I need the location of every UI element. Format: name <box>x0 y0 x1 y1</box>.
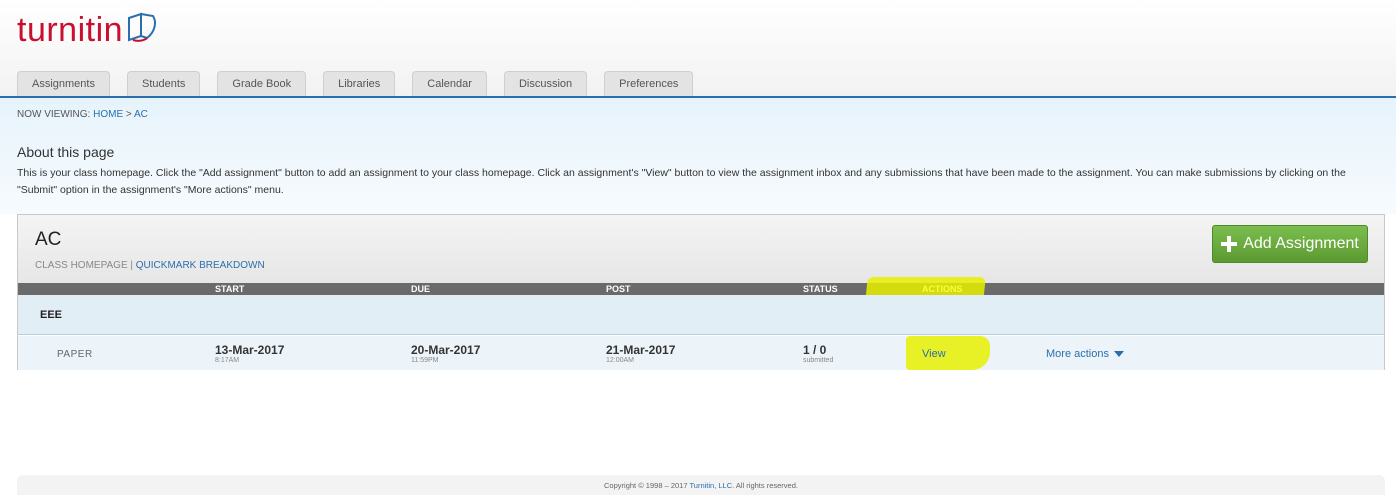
main-tabs: Assignments Students Grade Book Librarie… <box>17 71 710 96</box>
due-date: 20-Mar-2017 <box>411 343 481 357</box>
tab-discussion[interactable]: Discussion <box>503 71 588 96</box>
tab-libraries[interactable]: Libraries <box>323 71 396 96</box>
column-start: START <box>215 284 245 294</box>
quickmark-breakdown-link[interactable]: QUICKMARK BREAKDOWN <box>136 260 265 271</box>
caret-down-icon <box>1113 351 1124 357</box>
turnitin-logo[interactable]: turnitin <box>17 10 159 50</box>
copyright-text: Copyright © 1998 – 2017 Turnitin, LLC. A… <box>604 481 798 490</box>
add-assignment-button[interactable]: Add Assignment <box>1212 225 1368 263</box>
class-panel: AC CLASS HOMEPAGE | QUICKMARK BREAKDOWN … <box>17 214 1385 370</box>
about-title: About this page <box>17 144 115 160</box>
start-date-cell: 13-Mar-2017 8:17AM <box>215 344 284 365</box>
post-date-cell: 21-Mar-2017 12:00AM <box>606 344 675 365</box>
view-button[interactable]: View <box>922 348 946 360</box>
class-homepage-label: CLASS HOMEPAGE <box>35 260 128 271</box>
column-status: STATUS <box>803 284 838 294</box>
tab-grade-book[interactable]: Grade Book <box>217 71 307 96</box>
assignment-title: PAPER <box>57 349 93 360</box>
breadcrumb-separator: > <box>123 109 134 120</box>
group-name: EEE <box>40 309 63 321</box>
class-links-separator: | <box>127 260 136 271</box>
copyright-prefix: Copyright © 1998 – 2017 <box>604 481 690 490</box>
more-actions-menu[interactable]: More actions <box>1046 348 1124 360</box>
page-footer: Copyright © 1998 – 2017 Turnitin, LLC. A… <box>17 475 1385 495</box>
tab-students[interactable]: Students <box>126 71 201 96</box>
table-row: PAPER 13-Mar-2017 8:17AM 20-Mar-2017 11:… <box>18 336 1384 370</box>
turnitin-company-link[interactable]: Turnitin, LLC <box>689 481 732 490</box>
breadcrumb-prefix: NOW VIEWING: <box>17 109 94 120</box>
class-links: CLASS HOMEPAGE | QUICKMARK BREAKDOWN <box>35 260 265 271</box>
post-time: 12:00AM <box>606 357 635 364</box>
due-time: 11:59PM <box>411 357 439 364</box>
plus-icon <box>1221 236 1238 252</box>
breadcrumb: NOW VIEWING: HOME > AC <box>17 109 148 120</box>
breadcrumb-home-link[interactable]: HOME <box>93 109 123 120</box>
copyright-suffix: . All rights reserved. <box>732 481 798 490</box>
class-header: AC CLASS HOMEPAGE | QUICKMARK BREAKDOWN … <box>18 215 1384 283</box>
assignment-group-row: EEE <box>18 295 1384 335</box>
column-post: POST <box>606 284 631 294</box>
column-due: DUE <box>411 284 431 294</box>
tab-assignments[interactable]: Assignments <box>17 71 110 96</box>
more-actions-label: More actions <box>1046 348 1109 360</box>
logo-wordmark: turnitin <box>17 10 124 49</box>
start-date: 13-Mar-2017 <box>215 343 285 357</box>
tab-preferences[interactable]: Preferences <box>604 71 694 96</box>
tab-calendar[interactable]: Calendar <box>412 71 487 96</box>
page-header: turnitin Assignments Students Grade Book… <box>0 0 1396 96</box>
post-date: 21-Mar-2017 <box>606 343 676 357</box>
status-count: 1 / 0 <box>803 343 827 357</box>
about-description: This is your class homepage. Click the "… <box>17 167 1346 196</box>
breadcrumb-current-link[interactable]: AC <box>134 109 148 120</box>
view-highlight <box>906 336 990 370</box>
status-label: submitted <box>803 357 834 364</box>
start-time: 8:17AM <box>215 357 240 364</box>
table-header: START DUE POST STATUS <box>18 283 1384 295</box>
due-date-cell: 20-Mar-2017 11:59PM <box>411 344 480 365</box>
logo-page-icon <box>128 12 157 42</box>
status-cell: 1 / 0 submitted <box>803 344 833 365</box>
class-title: AC <box>35 229 62 250</box>
add-assignment-label: Add Assignment <box>1243 235 1359 252</box>
